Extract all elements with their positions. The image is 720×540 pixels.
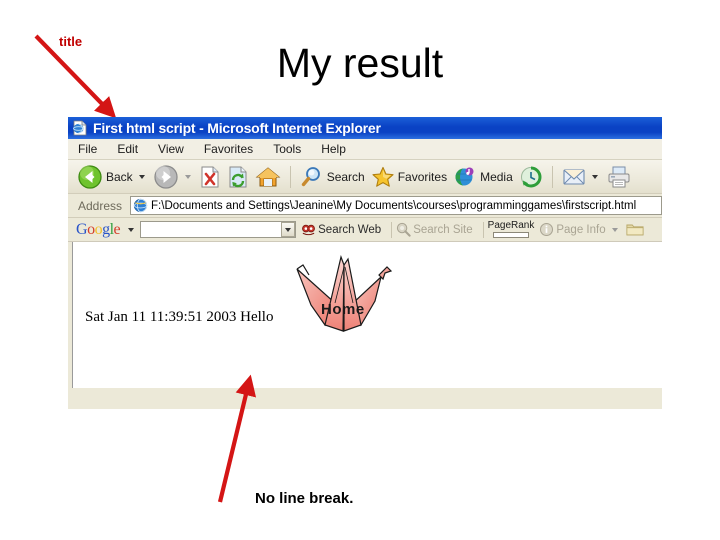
browser-title-bar: First html script - Microsoft Internet E…	[68, 117, 662, 139]
refresh-icon	[229, 166, 247, 187]
mail-dropdown-caret[interactable]	[591, 174, 598, 179]
google-search-site-label: Search Site	[413, 223, 473, 236]
google-search-site-button[interactable]: Search Site	[396, 222, 473, 237]
browser-toolbar: Back Search Favorites Media	[68, 160, 662, 194]
google-logo[interactable]: Google	[76, 221, 121, 239]
media-button[interactable]: Media	[450, 162, 516, 192]
favorites-star-icon	[372, 166, 394, 187]
search-magnifier-icon	[301, 166, 320, 186]
print-button[interactable]	[603, 162, 635, 192]
origami-crane-home-image[interactable]: Home	[295, 254, 393, 339]
google-search-web-button[interactable]: Search Web	[301, 222, 381, 237]
search-button[interactable]: Search	[297, 162, 368, 192]
toolbar-separator-1	[289, 165, 291, 188]
mail-button[interactable]	[559, 162, 603, 192]
page-info-icon	[540, 222, 554, 237]
google-folder-button[interactable]	[626, 222, 644, 237]
favorites-button-label: Favorites	[397, 169, 448, 184]
chevron-down-icon	[285, 227, 292, 232]
google-search-input[interactable]	[140, 221, 297, 238]
folder-icon	[626, 224, 644, 236]
forward-dropdown-caret[interactable]	[184, 174, 191, 179]
address-input[interactable]: F:\Documents and Settings\Jeanine\My Doc…	[130, 196, 662, 215]
favorites-button[interactable]: Favorites	[368, 162, 450, 192]
page-title: My result	[276, 40, 444, 86]
forward-button[interactable]	[150, 162, 196, 192]
google-logo-caret[interactable]	[128, 227, 135, 232]
page-body-text: Sat Jan 11 11:39:51 2003 Hello	[85, 309, 274, 325]
crane-home-label: Home	[321, 301, 365, 318]
printer-icon	[608, 166, 630, 187]
pagerank-meter-icon	[493, 232, 529, 238]
annotation-bottom-label: No line break.	[255, 490, 354, 507]
menu-item-favorites[interactable]: Favorites	[204, 142, 253, 156]
stop-icon	[201, 166, 219, 187]
stop-button[interactable]	[196, 162, 224, 192]
back-arrow-icon	[78, 164, 102, 189]
address-bar: Address F:\Documents and Settings\Jeanin…	[68, 194, 662, 218]
ie-globe-icon	[133, 198, 148, 213]
google-search-web-label: Search Web	[318, 223, 382, 236]
google-search-web-icon	[302, 224, 316, 236]
google-search-site-icon	[397, 222, 411, 237]
google-separator-2	[482, 221, 484, 238]
origami-crane-graphic	[296, 254, 393, 332]
search-button-label: Search	[326, 169, 365, 184]
address-label: Address	[78, 198, 123, 213]
back-dropdown-caret[interactable]	[138, 174, 145, 179]
google-search-dropdown[interactable]	[281, 222, 296, 237]
browser-title-text: First html script - Microsoft Internet E…	[93, 120, 381, 136]
page-info-label: Page Info	[556, 223, 606, 236]
browser-window: First html script - Microsoft Internet E…	[68, 117, 662, 409]
refresh-button[interactable]	[224, 162, 252, 192]
media-globe-icon	[455, 167, 474, 185]
address-value: F:\Documents and Settings\Jeanine\My Doc…	[151, 199, 637, 212]
home-icon	[255, 166, 281, 186]
home-button[interactable]	[252, 162, 284, 192]
back-button[interactable]: Back	[74, 162, 150, 192]
google-toolbar: Google Search Web Search Site PageRank P…	[68, 218, 662, 242]
page-content-area: Sat Jan 11 11:39:51 2003 Hello Home	[72, 242, 662, 388]
menu-item-tools[interactable]: Tools	[273, 142, 301, 156]
menu-item-view[interactable]: View	[158, 142, 184, 156]
history-icon	[520, 166, 542, 188]
toolbar-separator-2	[551, 165, 553, 188]
history-button[interactable]	[516, 162, 546, 192]
browser-menu-bar: File Edit View Favorites Tools Help	[68, 139, 662, 160]
mail-envelope-icon	[563, 168, 585, 185]
page-info-button[interactable]: Page Info	[539, 222, 619, 237]
menu-item-file[interactable]: File	[78, 142, 97, 156]
menu-item-edit[interactable]: Edit	[117, 142, 138, 156]
pagerank-indicator[interactable]: PageRank	[487, 220, 535, 238]
back-button-label: Back	[106, 169, 133, 184]
media-button-label: Media	[480, 169, 513, 184]
google-separator-1	[391, 221, 393, 238]
slide-canvas: title My result First html script - Micr…	[0, 0, 720, 540]
menu-item-help[interactable]: Help	[321, 142, 346, 156]
page-info-caret[interactable]	[611, 227, 618, 232]
pagerank-label: PageRank	[487, 220, 535, 231]
ie-document-icon	[73, 120, 87, 136]
forward-arrow-icon	[154, 164, 178, 189]
